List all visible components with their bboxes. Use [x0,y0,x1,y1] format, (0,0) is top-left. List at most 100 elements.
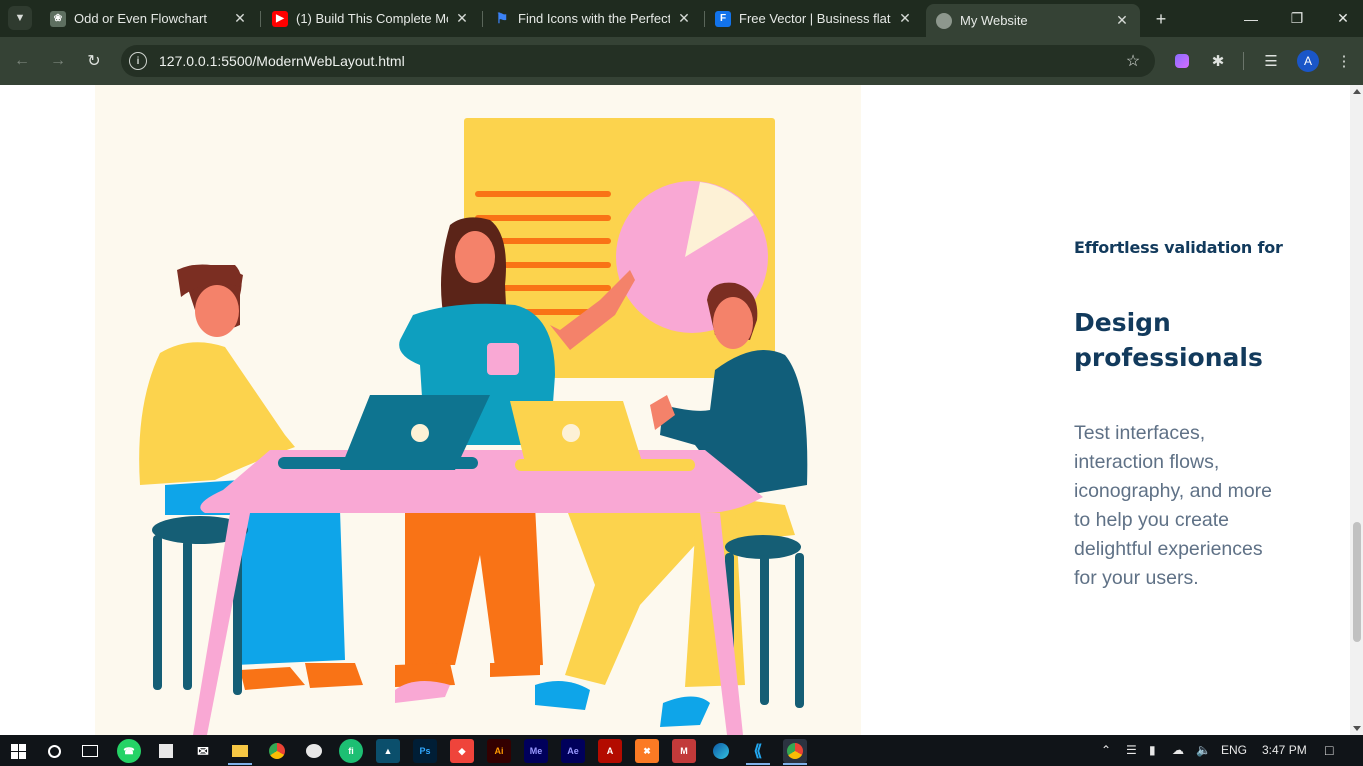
search-button[interactable] [42,739,66,763]
windows-taskbar: ☎ ✉ fi ▲ Ps ◆ Ai Me Ae A ✖ M ⟪ ⌃ ☰ ▮ ☁ 🔈… [0,735,1363,766]
web-page: Effortless validation for Design profess… [0,85,1350,735]
store-button[interactable] [154,739,178,763]
task-view-icon [82,745,98,757]
anydesk-button[interactable]: ◆ [450,739,474,763]
freepik-icon: F [715,10,731,27]
gemini-icon [1175,54,1189,68]
task-view-button[interactable] [78,739,102,763]
team-meeting-illustration [139,118,808,735]
puzzle-icon: ✱ [1211,53,1225,70]
battery-icon[interactable]: ▮ [1149,743,1156,757]
scroll-down-arrow[interactable] [1353,726,1361,731]
flag-icon: ⚑ [495,10,509,26]
illustrator-button[interactable]: Ai [487,739,511,763]
xampp-icon: ✖ [643,745,651,756]
team-illustration [95,85,861,735]
close-icon[interactable]: ✕ [676,10,692,27]
gemini-extension-button[interactable] [1170,49,1194,73]
language-indicator[interactable]: ENG [1221,743,1247,757]
close-icon[interactable]: ✕ [454,10,470,27]
media-encoder-icon: Me [529,746,543,756]
volume-icon[interactable]: 🔈 [1196,743,1211,757]
chevron-down-icon: ▼ [14,12,26,24]
tab-odd-even[interactable]: ❀ Odd or Even Flowchart ✕ [40,4,258,33]
tab-title: My Website [960,13,1028,28]
chrome-button[interactable] [265,739,289,763]
tab-search-button[interactable]: ▼ [8,6,32,30]
paint-icon [306,744,322,758]
youtube-icon: ▶ [272,10,288,27]
page-scrollbar[interactable] [1350,85,1363,735]
edge-icon [713,743,729,759]
onedrive-icon[interactable]: ☁ [1172,743,1184,757]
kebab-menu-icon: ⋮ [1336,53,1352,70]
minimize-icon: — [1244,10,1258,27]
tab-youtube[interactable]: ▶ (1) Build This Complete Mod ✕ [262,4,480,33]
profile-avatar[interactable]: A [1297,50,1319,72]
file-explorer-button[interactable] [228,739,252,763]
search-icon [47,744,61,758]
eyebrow-text: Effortless validation for [1074,238,1283,257]
arrow-right-icon: → [50,52,66,69]
wifi-icon[interactable]: ☰ [1126,743,1137,757]
media-encoder-button[interactable]: Me [524,739,548,763]
scroll-up-arrow[interactable] [1353,89,1361,94]
plus-icon: + [1155,8,1167,29]
tab-freepik[interactable]: F Free Vector | Business flat de ✕ [705,4,923,33]
menu-button[interactable]: ⋮ [1332,49,1356,73]
notification-icon[interactable]: □ [1325,742,1333,758]
close-window-button[interactable]: ✕ [1320,0,1363,37]
close-icon[interactable]: ✕ [1114,12,1130,29]
paint-button[interactable] [302,739,326,763]
address-bar[interactable]: i 127.0.0.1:5500/ModernWebLayout.html ☆ [121,45,1155,77]
clock[interactable]: 3:47 PM [1262,743,1307,757]
fiverr-icon: fi [348,746,354,756]
mail-app-button[interactable]: M [672,739,696,763]
after-effects-button[interactable]: Ae [561,739,585,763]
file-explorer-icon [232,745,248,757]
url-text[interactable]: 127.0.0.1:5500/ModernWebLayout.html [159,53,1121,69]
tab-title: Odd or Even Flowchart [74,11,207,26]
start-button[interactable] [6,739,30,763]
bookmark-star-icon[interactable]: ☆ [1121,49,1145,73]
whatsapp-button[interactable]: ☎ [117,739,141,763]
xampp-button[interactable]: ✖ [635,739,659,763]
site-info-icon[interactable]: i [129,52,147,70]
photoshop-icon: Ps [419,746,431,756]
show-hidden-icons[interactable]: ⌃ [1101,743,1111,757]
close-icon: ✕ [1337,10,1349,26]
chrome-active-button[interactable] [783,739,807,763]
chatgpt-icon: ❀ [50,10,66,27]
restore-button[interactable]: ❐ [1274,0,1320,37]
scroll-thumb[interactable] [1353,522,1361,642]
tab-find-icons[interactable]: ⚑ Find Icons with the Perfect L ✕ [484,4,702,33]
browser-toolbar: ← → ↻ i 127.0.0.1:5500/ModernWebLayout.h… [0,37,1363,85]
whatsapp-icon: ☎ [123,745,135,756]
photoshop-button[interactable]: Ps [413,739,437,763]
new-tab-button[interactable]: + [1150,8,1172,30]
after-effects-icon: Ae [567,746,579,756]
mail-button[interactable]: ✉ [191,739,215,763]
avatar-initial: A [1303,54,1312,68]
edge-button[interactable] [709,739,733,763]
reload-button[interactable]: ↻ [82,49,106,73]
app-icon: ▲ [383,746,393,756]
tab-my-website[interactable]: My Website ✕ [926,4,1140,37]
close-icon[interactable]: ✕ [232,10,248,27]
back-button[interactable]: ← [10,49,34,73]
acrobat-button[interactable]: A [598,739,622,763]
restore-icon: ❐ [1290,10,1304,26]
close-icon[interactable]: ✕ [897,10,913,27]
minimize-button[interactable]: — [1228,0,1274,37]
fiverr-button[interactable]: fi [339,739,363,763]
arrow-left-icon: ← [14,52,30,69]
vscode-button[interactable]: ⟪ [746,739,770,763]
forward-button[interactable]: → [46,49,70,73]
media-controls-button[interactable]: ☰ [1259,49,1283,73]
chrome-active-icon [787,743,803,759]
tab-title: Find Icons with the Perfect L [518,11,670,26]
anydesk-icon: ◆ [458,745,466,756]
extensions-button[interactable]: ✱ [1206,49,1230,73]
body-paragraph: Test interfaces, interaction flows, icon… [1074,422,1273,589]
app-button[interactable]: ▲ [376,739,400,763]
